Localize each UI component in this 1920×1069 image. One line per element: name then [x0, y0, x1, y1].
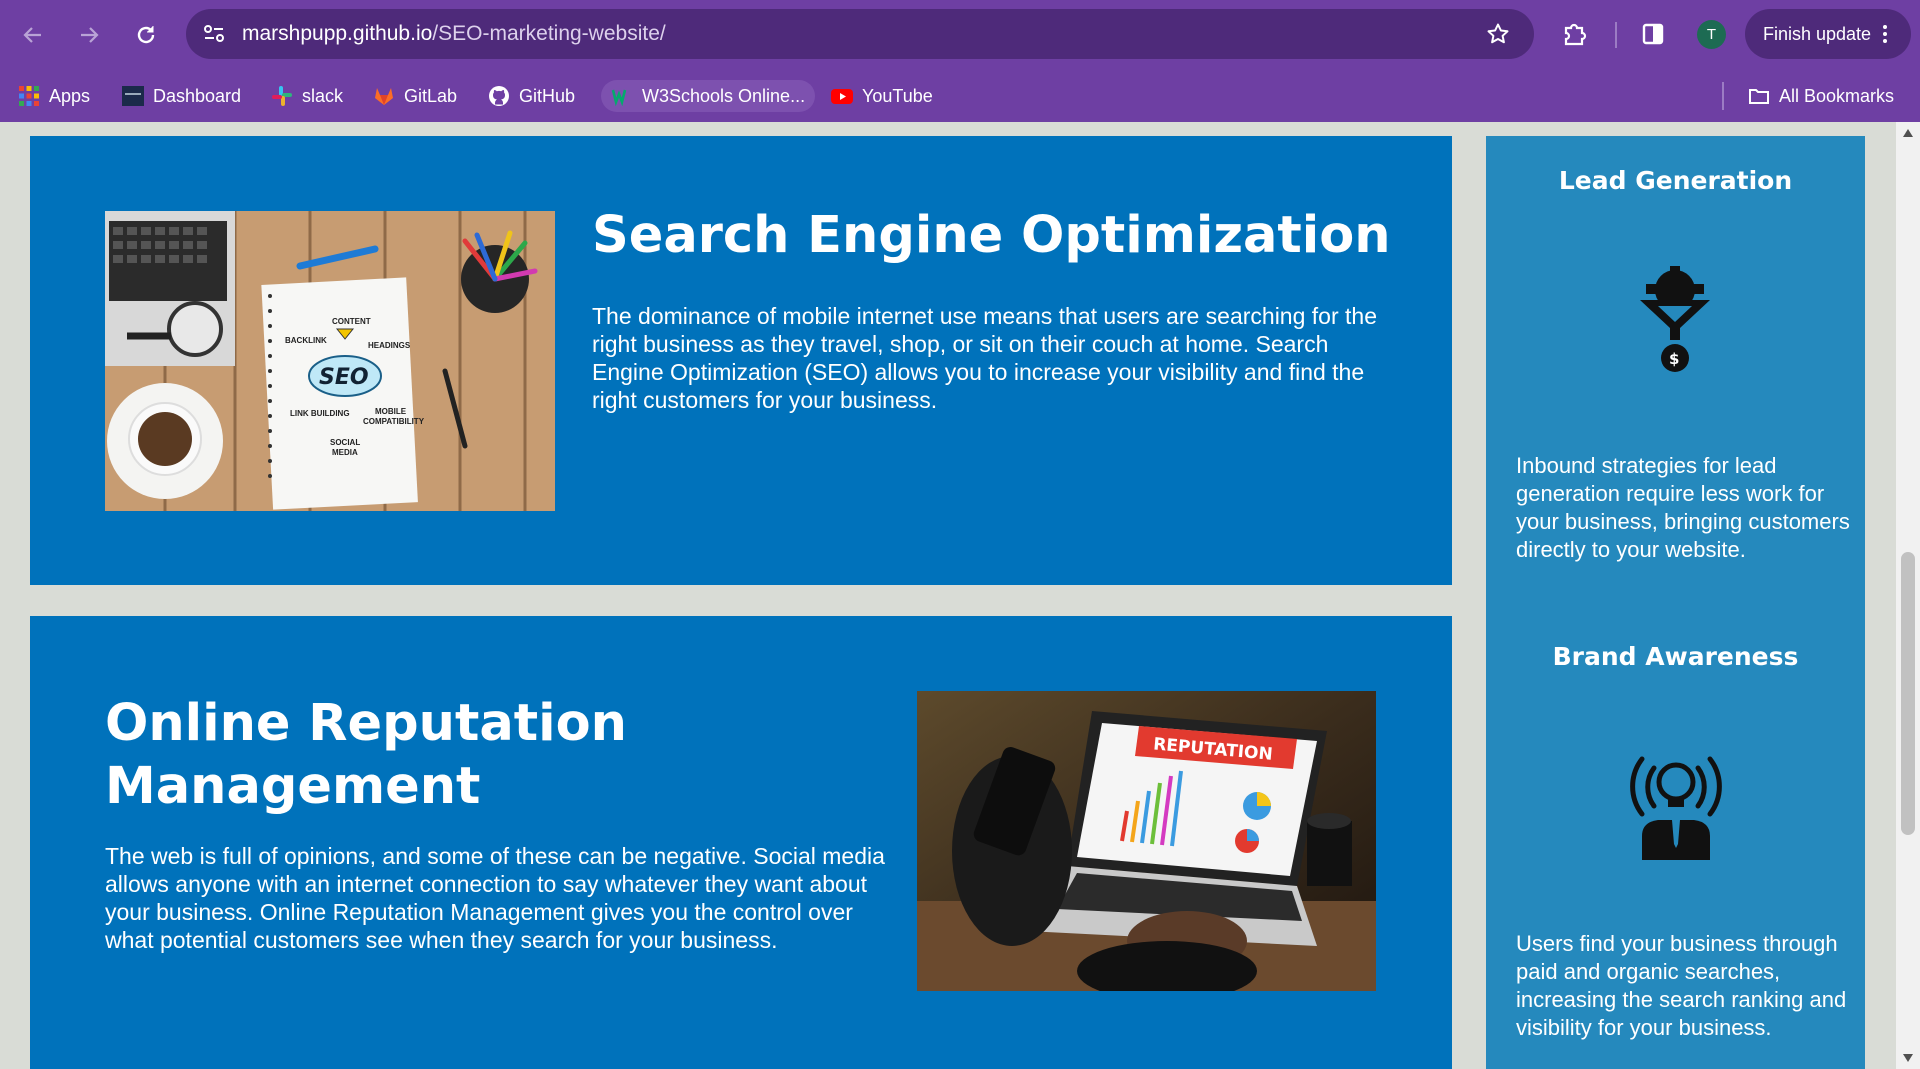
gitlab-icon [375, 88, 393, 105]
bookmark-w3schools[interactable]: W3Schools Online... [601, 80, 816, 112]
bookmark-star-icon[interactable] [1486, 22, 1510, 46]
site-info-icon [204, 25, 224, 42]
seo-word-seo: SEO [319, 365, 369, 390]
seo-word-media: MEDIA [332, 448, 358, 457]
seo-word-content: CONTENT [332, 317, 371, 326]
bookmarks-divider [1722, 82, 1724, 110]
reload-button[interactable] [128, 17, 164, 53]
bookmark-label: YouTube [862, 85, 933, 106]
bookmark-label: GitLab [404, 85, 458, 106]
seo-description: The dominance of mobile internet use mea… [592, 303, 1377, 413]
forward-arrow-icon [81, 27, 99, 43]
bookmarks-bar: Apps Dashboard slack GitLab GitHub W3Sch… [0, 70, 1920, 122]
back-button[interactable] [15, 17, 51, 53]
browser-toolbar: marshpupp.github.io/SEO-marketing-websit… [0, 0, 1920, 70]
bookmark-gitlab[interactable]: GitLab [373, 80, 457, 112]
bookmark-apps[interactable]: Apps [18, 80, 90, 112]
reload-icon [137, 26, 155, 44]
brand-awareness-title: Brand Awareness [1552, 642, 1799, 671]
scroll-up-arrow-icon[interactable] [1902, 128, 1914, 138]
extensions-puzzle-icon[interactable] [1561, 20, 1589, 48]
seo-word-social: SOCIAL [330, 438, 360, 447]
bookmark-label: GitHub [519, 85, 576, 106]
bookmark-youtube[interactable]: YouTube [831, 80, 933, 112]
all-bookmarks-button[interactable]: All Bookmarks [1748, 80, 1894, 112]
brand-awareness-lightbulb-icon [1630, 756, 1722, 860]
w3schools-icon [611, 89, 627, 107]
brand-awareness-description: Users find your business through paid an… [1516, 931, 1847, 1040]
github-icon [489, 86, 509, 106]
seo-word-backlink: BACKLINK [285, 336, 327, 345]
bookmark-dashboard[interactable]: Dashboard [122, 80, 241, 112]
scroll-down-arrow-icon[interactable] [1902, 1053, 1914, 1063]
seo-word-compatibility: COMPATIBILITY [363, 417, 425, 426]
apps-grid-icon [19, 86, 39, 106]
browser-chrome: marshpupp.github.io/SEO-marketing-websit… [0, 0, 1920, 122]
finish-update-button[interactable]: Finish update [1745, 9, 1911, 59]
seo-word-headings: HEADINGS [368, 341, 411, 350]
youtube-icon [831, 89, 853, 104]
online-reputation-title: Online Reputation Management [105, 694, 627, 816]
seo-title: Search Engine Optimization [592, 206, 1391, 265]
folder-icon [1749, 89, 1769, 104]
profile-avatar[interactable]: T [1697, 20, 1726, 49]
back-arrow-icon [23, 27, 41, 43]
dashboard-favicon-icon [122, 86, 144, 106]
all-bookmarks-label: All Bookmarks [1779, 85, 1895, 106]
seo-notebook-image: CONTENT BACKLINK HEADINGS LINK BUILDING … [105, 211, 555, 511]
bookmark-label: Dashboard [153, 85, 242, 106]
bookmark-label: slack [302, 85, 344, 106]
reputation-laptop-image: REPUTATION [917, 691, 1376, 991]
bookmark-github[interactable]: GitHub [488, 80, 575, 112]
toolbar-divider [1615, 22, 1617, 48]
page-scrollbar[interactable] [1896, 122, 1920, 1069]
lead-generation-title: Lead Generation [1558, 166, 1793, 195]
bookmark-label: Apps [49, 85, 91, 106]
url-text: marshpupp.github.io/SEO-marketing-websit… [242, 22, 666, 46]
seo-word-link-building: LINK BUILDING [290, 409, 350, 418]
online-reputation-description: The web is full of opinions, and some of… [105, 843, 885, 953]
forward-button[interactable] [71, 17, 107, 53]
bookmark-label: W3Schools Online... [642, 85, 806, 106]
url-host: marshpupp.github.io [242, 22, 433, 45]
more-vertical-icon [1883, 25, 1887, 43]
finish-update-label: Finish update [1763, 23, 1872, 44]
lead-generation-description: Inbound strategies for lead generation r… [1516, 453, 1850, 562]
url-path: /SEO-marketing-website/ [432, 22, 666, 45]
lead-generation-funnel-icon: $ [1640, 266, 1710, 372]
scrollbar-thumb[interactable] [1901, 552, 1915, 835]
online-reputation-section: Online Reputation Management The web is … [30, 616, 1452, 1069]
address-bar[interactable]: marshpupp.github.io/SEO-marketing-websit… [186, 9, 1534, 59]
seo-section: CONTENT BACKLINK HEADINGS LINK BUILDING … [30, 136, 1452, 585]
side-panel-icon[interactable] [1641, 22, 1665, 46]
benefits-sidebar: Lead Generation $ Inbound strategies for… [1486, 136, 1865, 1069]
seo-word-mobile: MOBILE [375, 407, 407, 416]
slack-icon [272, 86, 292, 106]
page-viewport: CONTENT BACKLINK HEADINGS LINK BUILDING … [0, 122, 1920, 1069]
bookmark-slack[interactable]: slack [271, 80, 343, 112]
svg-text:$: $ [1669, 350, 1679, 368]
